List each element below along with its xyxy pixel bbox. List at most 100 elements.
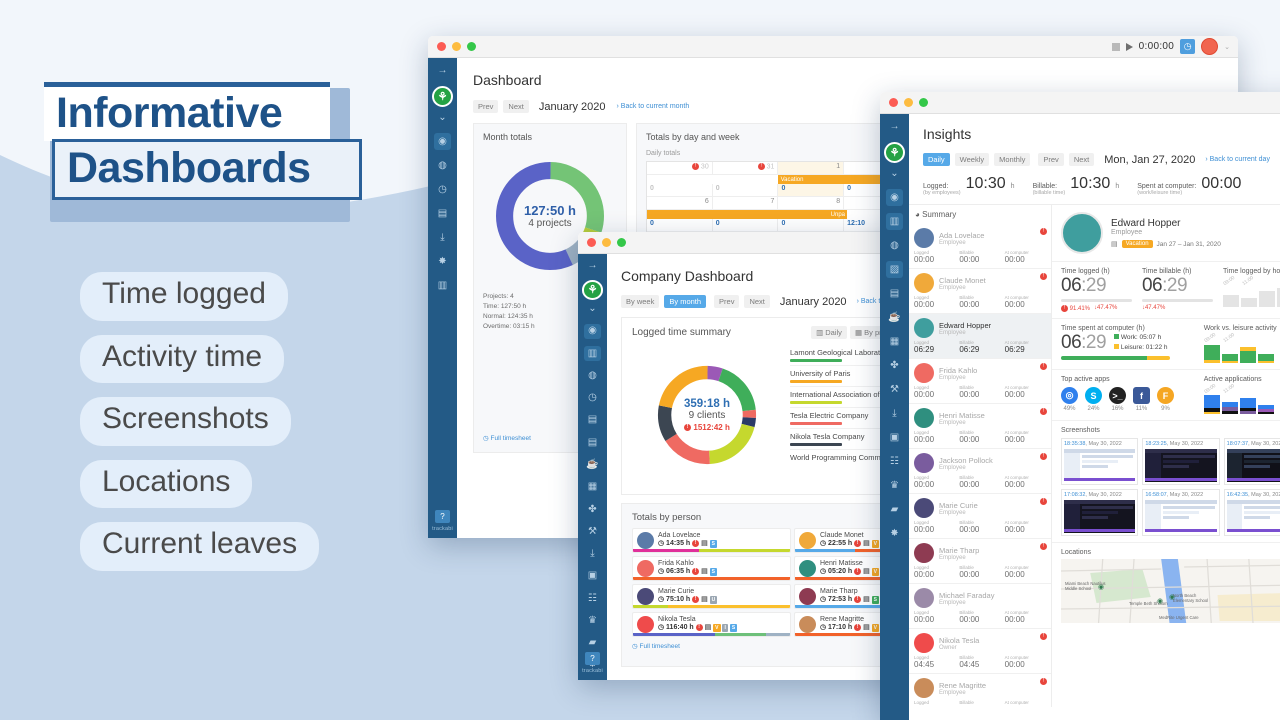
- next-button[interactable]: Next: [1068, 153, 1095, 166]
- tab-monthly[interactable]: Monthly: [994, 153, 1031, 166]
- employee-list-item[interactable]: ! Jackson Pollock Employee Logged 00:00 B…: [909, 449, 1051, 494]
- back-to-current-link[interactable]: › Back to current month: [617, 103, 690, 110]
- maximize-icon[interactable]: [617, 238, 626, 247]
- screenshot-thumbnail[interactable]: [1226, 500, 1280, 534]
- person-card[interactable]: Frida Kahlo ◷ 06:35 h ! ▤ S: [632, 556, 791, 581]
- employee-list-item[interactable]: ! Rene Magritte Employee Logged Billable…: [909, 674, 1051, 707]
- help-chat-icon[interactable]: ?: [585, 652, 600, 665]
- locations-map[interactable]: Miami Beach Nautilus Middle School Templ…: [1061, 559, 1280, 624]
- employee-list-item[interactable]: ! Marie Curie Employee Logged 00:00 Billa…: [909, 494, 1051, 539]
- tab-weekly[interactable]: Weekly: [954, 153, 990, 166]
- screenshot-item[interactable]: 17:08:32, May 30, 2022: [1061, 489, 1139, 537]
- sidebar-item-settings[interactable]: ✸: [886, 525, 903, 542]
- sidebar-item-reports[interactable]: ▤: [434, 205, 451, 222]
- sidebar-item-book[interactable]: ▥: [584, 346, 601, 362]
- stopwatch-icon[interactable]: ◷: [1180, 39, 1196, 54]
- help-chat-icon[interactable]: ?: [435, 510, 450, 523]
- employee-list-item[interactable]: Edward Hopper Employee Logged 06:29 Billa…: [909, 314, 1051, 359]
- collapse-icon[interactable]: →: [584, 258, 601, 273]
- sidebar-item-dashboard[interactable]: ◍: [434, 157, 451, 174]
- minimize-icon[interactable]: [452, 42, 461, 51]
- sidebar-item-timer[interactable]: ◷: [584, 391, 601, 406]
- employee-list-item[interactable]: ! Frida Kahlo Employee Logged 00:00 Billa…: [909, 359, 1051, 404]
- sidebar-item-settings[interactable]: ✸: [434, 253, 451, 270]
- back-to-current-link[interactable]: › Back to current day: [1205, 156, 1270, 163]
- person-card[interactable]: Marie Curie ◷ 75:10 h ! ▤ U: [632, 584, 791, 609]
- sidebar-item-contacts[interactable]: ▣: [886, 429, 903, 446]
- employee-list-item[interactable]: Michael Faraday Employee Logged 00:00 Bil…: [909, 584, 1051, 629]
- next-button[interactable]: Next: [744, 295, 770, 308]
- screenshot-item[interactable]: 16:58:07, May 30, 2022: [1142, 489, 1220, 537]
- screenshot-thumbnail[interactable]: [1145, 500, 1217, 534]
- sidebar-item-downloads[interactable]: ⤓: [434, 229, 451, 246]
- screenshot-thumbnail[interactable]: [1064, 449, 1136, 483]
- sidebar-item-contacts[interactable]: ▣: [584, 569, 601, 584]
- person-card[interactable]: Nikola Tesla ◷ 116:40 h ! ▤ V I S: [632, 612, 791, 637]
- sidebar-item-dashboard[interactable]: ◍: [886, 237, 903, 254]
- insights-window[interactable]: → ⚘ ⌄ ◉ ▥ ◍ ▨ ▤ ☕ ▦ ✤ ⚒ ⤓ ▣ ☷ ♛ ▰ ✸ Insi…: [880, 92, 1280, 720]
- screenshot-thumbnail[interactable]: [1145, 449, 1217, 483]
- screenshot-grid[interactable]: 18:35:38, May 30, 2022 18:23:25, May 30,…: [1061, 438, 1280, 537]
- summary-panel[interactable]: ◕ Summary ! Ada Lovelace Employee Logged…: [909, 205, 1052, 707]
- collapse-icon[interactable]: →: [886, 118, 903, 135]
- sidebar-item-coffee[interactable]: ☕: [584, 457, 601, 472]
- employee-list-item[interactable]: ! Marie Tharp Employee Logged 00:00 Billa…: [909, 539, 1051, 584]
- tab-daily[interactable]: ▥ Daily: [811, 326, 847, 339]
- sidebar-item-awards[interactable]: ♛: [584, 613, 601, 628]
- map-pin-icon[interactable]: ◉: [1098, 583, 1104, 591]
- screenshot-item[interactable]: 18:07:37, May 30, 202: [1223, 438, 1280, 486]
- tab-daily[interactable]: Daily: [923, 153, 950, 166]
- employee-list-item[interactable]: ! Henri Matisse Employee Logged 00:00 Bil…: [909, 404, 1051, 449]
- sidebar-item-dashboard[interactable]: ◍: [584, 368, 601, 383]
- maximize-icon[interactable]: [467, 42, 476, 51]
- maximize-icon[interactable]: [919, 98, 928, 107]
- employee-list[interactable]: ! Ada Lovelace Employee Logged 00:00 Bill…: [909, 224, 1051, 707]
- person-card[interactable]: Ada Lovelace ◷ 14:35 h ! ▤ S: [632, 528, 791, 553]
- prev-button[interactable]: Prev: [473, 100, 499, 113]
- sidebar-item-book[interactable]: ▥: [886, 213, 903, 230]
- prev-button[interactable]: Prev: [714, 295, 740, 308]
- sidebar-item-coffee[interactable]: ☕: [886, 309, 903, 326]
- map-pin-icon[interactable]: ◉: [1169, 593, 1175, 601]
- close-icon[interactable]: [437, 42, 446, 51]
- sidebar-item-briefcase[interactable]: ▰: [584, 636, 601, 651]
- sidebar-item-puzzle[interactable]: ✤: [584, 502, 601, 517]
- chevron-down-icon[interactable]: ⌄: [584, 302, 601, 317]
- close-icon[interactable]: [587, 238, 596, 247]
- employee-list-item[interactable]: ! Ada Lovelace Employee Logged 00:00 Bill…: [909, 224, 1051, 269]
- chevron-down-icon[interactable]: ⌄: [434, 109, 451, 126]
- sidebar-item-documents[interactable]: ▤: [584, 435, 601, 450]
- sidebar-item-documents[interactable]: ▤: [886, 285, 903, 302]
- sidebar-item-team[interactable]: ☷: [584, 591, 601, 606]
- screenshot-thumbnail[interactable]: [1064, 500, 1136, 534]
- chevron-down-icon[interactable]: ⌄: [886, 165, 903, 182]
- app-sidebar[interactable]: → ⚘ ⌄ ◉ ◍ ◷ ▤ ⤓ ✸ ▥ ? trackabi: [428, 58, 457, 538]
- full-timesheet-link[interactable]: ◷ Full timesheet: [483, 434, 531, 442]
- next-button[interactable]: Next: [503, 100, 529, 113]
- by-week-tab[interactable]: By week: [621, 295, 660, 308]
- employee-list-item[interactable]: ! Nikola Tesla Owner Logged 04:45 Billabl…: [909, 629, 1051, 674]
- play-icon[interactable]: [1125, 42, 1133, 51]
- sidebar-item-profile[interactable]: ◉: [886, 189, 903, 206]
- sidebar-item-awards[interactable]: ♛: [886, 477, 903, 494]
- collapse-icon[interactable]: →: [434, 62, 451, 79]
- screenshot-item[interactable]: 18:23:25, May 30, 2022: [1142, 438, 1220, 486]
- sidebar-item-downloads[interactable]: ⤓: [886, 405, 903, 422]
- sidebar-item-profile[interactable]: ◉: [434, 133, 451, 150]
- sidebar-item-reports[interactable]: ▤: [584, 413, 601, 428]
- sidebar-item-invoices[interactable]: ▦: [886, 333, 903, 350]
- user-avatar[interactable]: [1201, 38, 1219, 55]
- sidebar-item-invoices[interactable]: ▦: [584, 480, 601, 495]
- app-sidebar[interactable]: → ⚘ ⌄ ◉ ▥ ◍ ◷ ▤ ▤ ☕ ▦ ✤ ⚒ ⤓ ▣ ☷ ♛ ▰ ✸ ? …: [578, 254, 607, 680]
- by-month-tab[interactable]: By month: [664, 295, 707, 308]
- sidebar-item-puzzle[interactable]: ✤: [886, 357, 903, 374]
- sidebar-item-briefcase[interactable]: ▰: [886, 501, 903, 518]
- sidebar-item-profile[interactable]: ◉: [584, 323, 601, 340]
- sidebar-item-tools[interactable]: ⚒: [584, 524, 601, 539]
- sidebar-item-timer[interactable]: ◷: [434, 181, 451, 198]
- prev-button[interactable]: Prev: [1038, 153, 1064, 166]
- sidebar-item-downloads[interactable]: ⤓: [584, 546, 601, 561]
- minimize-icon[interactable]: [904, 98, 913, 107]
- screenshot-item[interactable]: 18:35:38, May 30, 2022: [1061, 438, 1139, 486]
- chevron-down-icon[interactable]: ⌄: [1224, 43, 1230, 51]
